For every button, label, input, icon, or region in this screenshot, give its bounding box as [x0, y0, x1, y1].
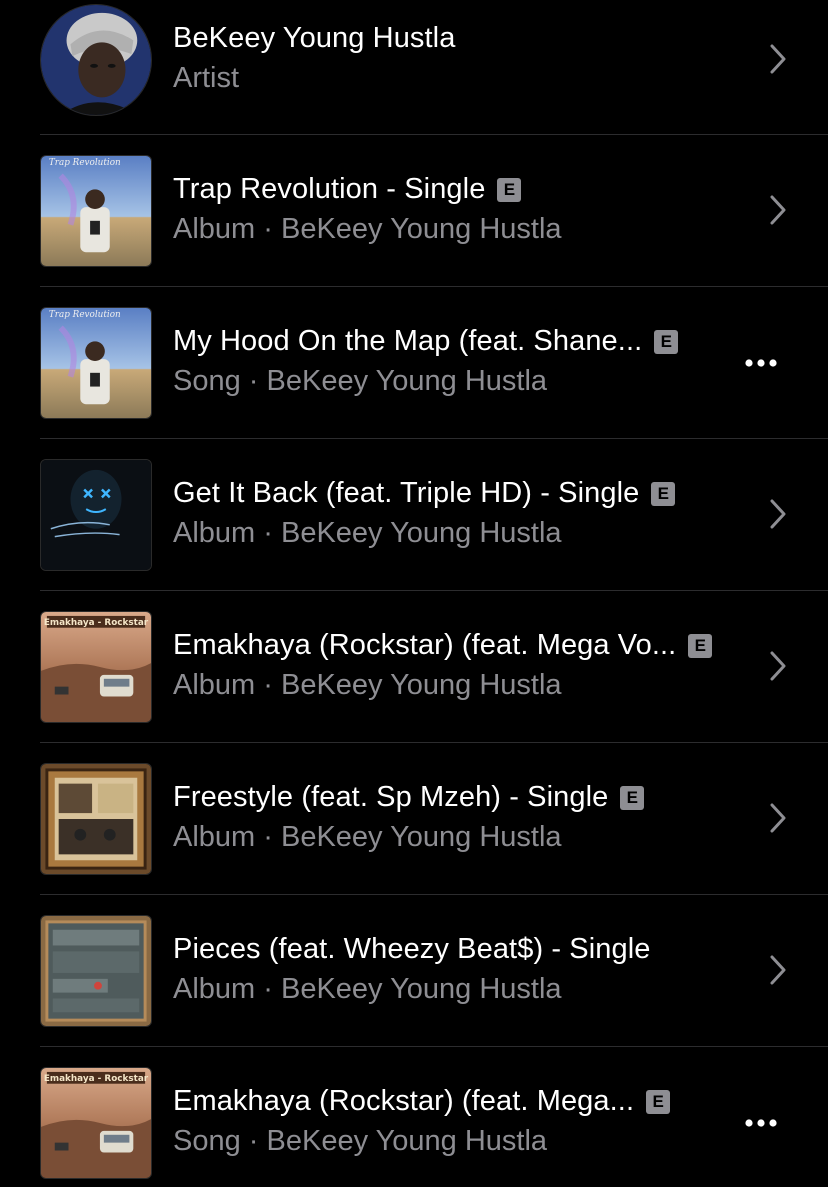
result-subtitle: Album · BeKeey Young Hustla — [173, 517, 562, 549]
result-row-song[interactable]: Trap Revolution My Hood On the Map (feat… — [0, 287, 828, 439]
result-row-album[interactable]: Get It Back (feat. Triple HD) - Single E… — [0, 439, 828, 591]
explicit-badge: E — [646, 1089, 671, 1114]
song-artwork: Trap Revolution — [40, 307, 152, 419]
cover-text: Trap Revolution — [49, 158, 121, 168]
more-options-icon[interactable] — [744, 358, 778, 368]
explicit-badge: E — [497, 177, 522, 202]
result-title: Pieces (feat. Wheezy Beat$) - Single — [173, 933, 651, 965]
album-artwork — [40, 763, 152, 875]
explicit-badge: E — [620, 785, 645, 810]
chevron-right-icon — [770, 803, 786, 833]
song-artwork: Emakhaya - Rockstar — [40, 1067, 152, 1179]
result-row-song[interactable]: Emakhaya - Rockstar Emakhaya (Rockstar) … — [0, 1047, 828, 1187]
album-artwork — [40, 915, 152, 1027]
album-artwork — [40, 459, 152, 571]
explicit-badge: E — [654, 329, 679, 354]
result-row-artist[interactable]: BeKeey Young Hustla Artist — [0, 0, 828, 136]
album-artwork: Emakhaya - Rockstar — [40, 611, 152, 723]
album-artwork: Trap Revolution — [40, 155, 152, 267]
result-title: Trap Revolution - Single — [173, 173, 486, 205]
more-options-icon[interactable] — [744, 1118, 778, 1128]
result-subtitle: Album · BeKeey Young Hustla — [173, 821, 562, 853]
chevron-right-icon — [770, 44, 786, 74]
result-row-album[interactable]: Pieces (feat. Wheezy Beat$) - Single Alb… — [0, 895, 828, 1047]
result-row-album[interactable]: Freestyle (feat. Sp Mzeh) - Single E Alb… — [0, 743, 828, 895]
artist-avatar — [40, 4, 152, 116]
result-title: Freestyle (feat. Sp Mzeh) - Single — [173, 781, 609, 813]
cover-text: Emakhaya - Rockstar — [44, 618, 149, 628]
result-title: Emakhaya (Rockstar) (feat. Mega Vo... — [173, 629, 677, 661]
result-row-album[interactable]: Emakhaya - Rockstar Emakhaya (Rockstar) … — [0, 591, 828, 743]
chevron-right-icon — [770, 651, 786, 681]
result-subtitle: Album · BeKeey Young Hustla — [173, 213, 562, 245]
cover-text: Emakhaya - Rockstar — [44, 1074, 149, 1084]
cover-text: Trap Revolution — [49, 310, 121, 320]
chevron-right-icon — [770, 955, 786, 985]
result-subtitle: Album · BeKeey Young Hustla — [173, 669, 562, 701]
chevron-right-icon — [770, 499, 786, 529]
result-subtitle: Artist — [173, 62, 240, 94]
search-results-list: BeKeey Young Hustla Artist Trap Revoluti… — [0, 0, 828, 1187]
result-title: BeKeey Young Hustla — [173, 22, 456, 54]
result-row-album[interactable]: Trap Revolution Trap Revolution - Single… — [0, 135, 828, 287]
chevron-right-icon — [770, 195, 786, 225]
explicit-badge: E — [688, 633, 713, 658]
result-subtitle: Song · BeKeey Young Hustla — [173, 1125, 548, 1157]
result-title: Get It Back (feat. Triple HD) - Single — [173, 477, 640, 509]
result-title: My Hood On the Map (feat. Shane... — [173, 325, 643, 357]
result-subtitle: Album · BeKeey Young Hustla — [173, 973, 562, 1005]
explicit-badge: E — [651, 481, 676, 506]
result-subtitle: Song · BeKeey Young Hustla — [173, 365, 548, 397]
result-title: Emakhaya (Rockstar) (feat. Mega... — [173, 1085, 635, 1117]
